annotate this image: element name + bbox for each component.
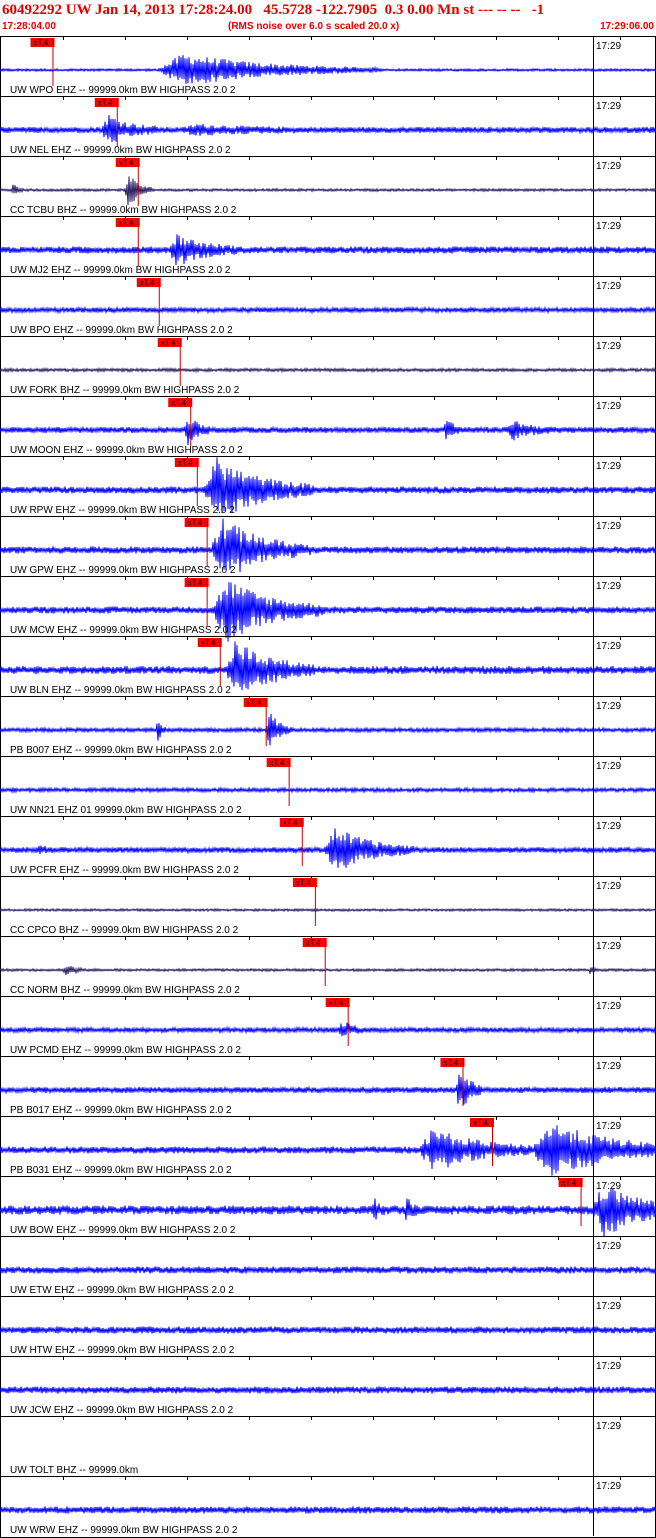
waveform-trace xyxy=(0,1505,656,1515)
station-label: UW ETW EHZ -- 99999.0km BW HIGHPASS 2.0 … xyxy=(10,1285,234,1296)
minute-label: 17:29 xyxy=(596,461,621,472)
minute-label: 17:29 xyxy=(596,1421,621,1432)
minute-label: 17:29 xyxy=(596,641,621,652)
waveform-trace xyxy=(0,115,656,143)
minute-label: 17:29 xyxy=(596,1361,621,1372)
minute-label: 17:29 xyxy=(596,881,621,892)
minute-label: 17:29 xyxy=(596,341,621,352)
station-label: PB B007 EHZ -- 99999.0km BW HIGHPASS 2.0… xyxy=(10,745,232,756)
station-label: UW NN21 EHZ 01 99999.0km BW HIGHPASS 2.0… xyxy=(10,805,242,816)
minute-label: 17:29 xyxy=(596,221,621,232)
station-label: UW FORK BHZ -- 99999.0km BW HIGHPASS 2.0… xyxy=(10,385,240,396)
waveform-trace xyxy=(0,641,656,691)
station-label: UW MJ2 EHZ -- 99999.0km BW HIGHPASS 2.0 … xyxy=(10,265,231,276)
waveform-trace xyxy=(0,1385,656,1395)
minute-label: 17:29 xyxy=(596,101,621,112)
station-label: PB B017 EHZ -- 99999.0km BW HIGHPASS 2.0… xyxy=(10,1105,232,1116)
station-label: UW NEL EHZ -- 99999.0km BW HIGHPASS 2.0 … xyxy=(10,145,231,156)
minute-label: 17:29 xyxy=(596,41,621,52)
station-label: UW HTW EHZ -- 99999.0km BW HIGHPASS 2.0 … xyxy=(10,1345,235,1356)
minute-label: 17:29 xyxy=(596,1181,621,1192)
minute-label: 17:29 xyxy=(596,161,621,172)
arrival-marker-label: xT.4 xyxy=(247,699,262,708)
waveform-trace xyxy=(0,1325,656,1335)
arrival-marker-label: xT.4 xyxy=(283,819,298,828)
station-label: CC CPCO BHZ -- 99999.0km BW HIGHPASS 2.0… xyxy=(10,925,239,936)
arrival-marker-label: xT.4 xyxy=(473,1119,488,1128)
waveform-trace xyxy=(0,420,656,446)
arrival-marker-label: xT.4 xyxy=(296,879,311,888)
station-label: UW MCW EHZ -- 99999.0km BW HIGHPASS 2.0 … xyxy=(10,625,237,636)
station-label: UW BOW EHZ -- 99999.0km BW HIGHPASS 2.0 … xyxy=(10,1225,236,1236)
minute-label: 17:29 xyxy=(596,701,621,712)
station-label: UW BPO EHZ -- 99999.0km BW HIGHPASS 2.0 … xyxy=(10,325,233,336)
station-label: UW WRW EHZ -- 99999.0km BW HIGHPASS 2.0 … xyxy=(10,1525,238,1536)
waveform-trace xyxy=(0,1074,656,1105)
arrival-marker-label: xT.4 xyxy=(33,39,48,48)
waveform-trace xyxy=(0,1022,656,1037)
minute-label: 17:29 xyxy=(596,1001,621,1012)
minute-label: 17:29 xyxy=(596,521,621,532)
station-label: CC NORM BHZ -- 99999.0km BW HIGHPASS 2.0… xyxy=(10,985,240,996)
arrival-marker-label: xT.4 xyxy=(161,339,176,348)
station-label: UW PCFR EHZ -- 99999.0km BW HIGHPASS 2.0… xyxy=(10,865,239,876)
waveform-trace xyxy=(0,828,656,868)
waveform-trace xyxy=(0,176,656,206)
station-label: UW PCMD EHZ -- 99999.0km BW HIGHPASS 2.0… xyxy=(10,1045,241,1056)
arrival-marker-label: xT.4 xyxy=(188,579,203,588)
arrival-marker-label: xT.4 xyxy=(306,939,321,948)
arrival-marker-label: xT.4 xyxy=(443,1059,458,1068)
minute-label: 17:29 xyxy=(596,1481,621,1492)
arrival-marker-label: xT.4 xyxy=(119,219,134,228)
arrival-marker-label: xT.4 xyxy=(140,279,155,288)
waveform-trace xyxy=(0,786,656,794)
seismogram-plot: 17:29 UW WPO EHZ -- 99999.0km BW HIGHPASS… xyxy=(0,36,656,1538)
station-label: UW TOLT BHZ -- 99999.0km xyxy=(10,1465,138,1476)
arrival-marker-label: xT.4 xyxy=(562,1179,577,1188)
plot-frame xyxy=(0,36,656,1538)
station-label: PB B031 EHZ -- 99999.0km BW HIGHPASS 2.0… xyxy=(10,1165,232,1176)
minute-label: 17:29 xyxy=(596,581,621,592)
minute-label: 17:29 xyxy=(596,401,621,412)
minute-label: 17:29 xyxy=(596,1061,621,1072)
minute-label: 17:29 xyxy=(596,821,621,832)
arrival-marker-label: xT.4 xyxy=(201,639,216,648)
minute-label: 17:29 xyxy=(596,1121,621,1132)
waveform-trace xyxy=(0,713,656,746)
arrival-marker-label: xT.4 xyxy=(188,519,203,528)
minute-label: 17:29 xyxy=(596,761,621,772)
minute-label: 17:29 xyxy=(596,1241,621,1252)
minute-label: 17:29 xyxy=(596,281,621,292)
arrival-marker-label: xT.4 xyxy=(178,459,193,468)
waveform-trace xyxy=(0,907,656,913)
waveform-trace xyxy=(0,234,656,266)
station-label: UW MOON EHZ -- 99999.0km BW HIGHPASS 2.0… xyxy=(10,445,243,456)
station-label: UW GPW EHZ -- 99999.0km BW HIGHPASS 2.0 … xyxy=(10,565,236,576)
waveform-trace xyxy=(0,55,656,84)
station-label: UW WPO EHZ -- 99999.0km BW HIGHPASS 2.0 … xyxy=(10,85,236,96)
minute-label: 17:29 xyxy=(596,941,621,952)
station-label: UW JCW EHZ -- 99999.0km BW HIGHPASS 2.0 … xyxy=(10,1405,234,1416)
waveform-trace xyxy=(0,305,656,315)
station-label: CC TCBU BHZ -- 99999.0km BW HIGHPASS 2.0… xyxy=(10,205,237,216)
arrival-marker-label: xT.4 xyxy=(98,99,113,108)
minute-label: 17:29 xyxy=(596,1301,621,1312)
arrival-marker-label: xT.4 xyxy=(119,159,134,168)
waveform-trace xyxy=(0,1265,656,1275)
waveform-trace xyxy=(0,366,656,374)
station-label: UW BLN EHZ -- 99999.0km BW HIGHPASS 2.0 … xyxy=(10,685,231,696)
arrival-marker-label: xT.4 xyxy=(171,399,186,408)
arrival-marker-label: xT.4 xyxy=(329,999,344,1008)
arrival-marker-label: xT.4 xyxy=(270,759,285,768)
waveform-trace xyxy=(0,966,656,976)
station-label: UW RPW EHZ -- 99999.0km BW HIGHPASS 2.0 … xyxy=(10,505,235,516)
